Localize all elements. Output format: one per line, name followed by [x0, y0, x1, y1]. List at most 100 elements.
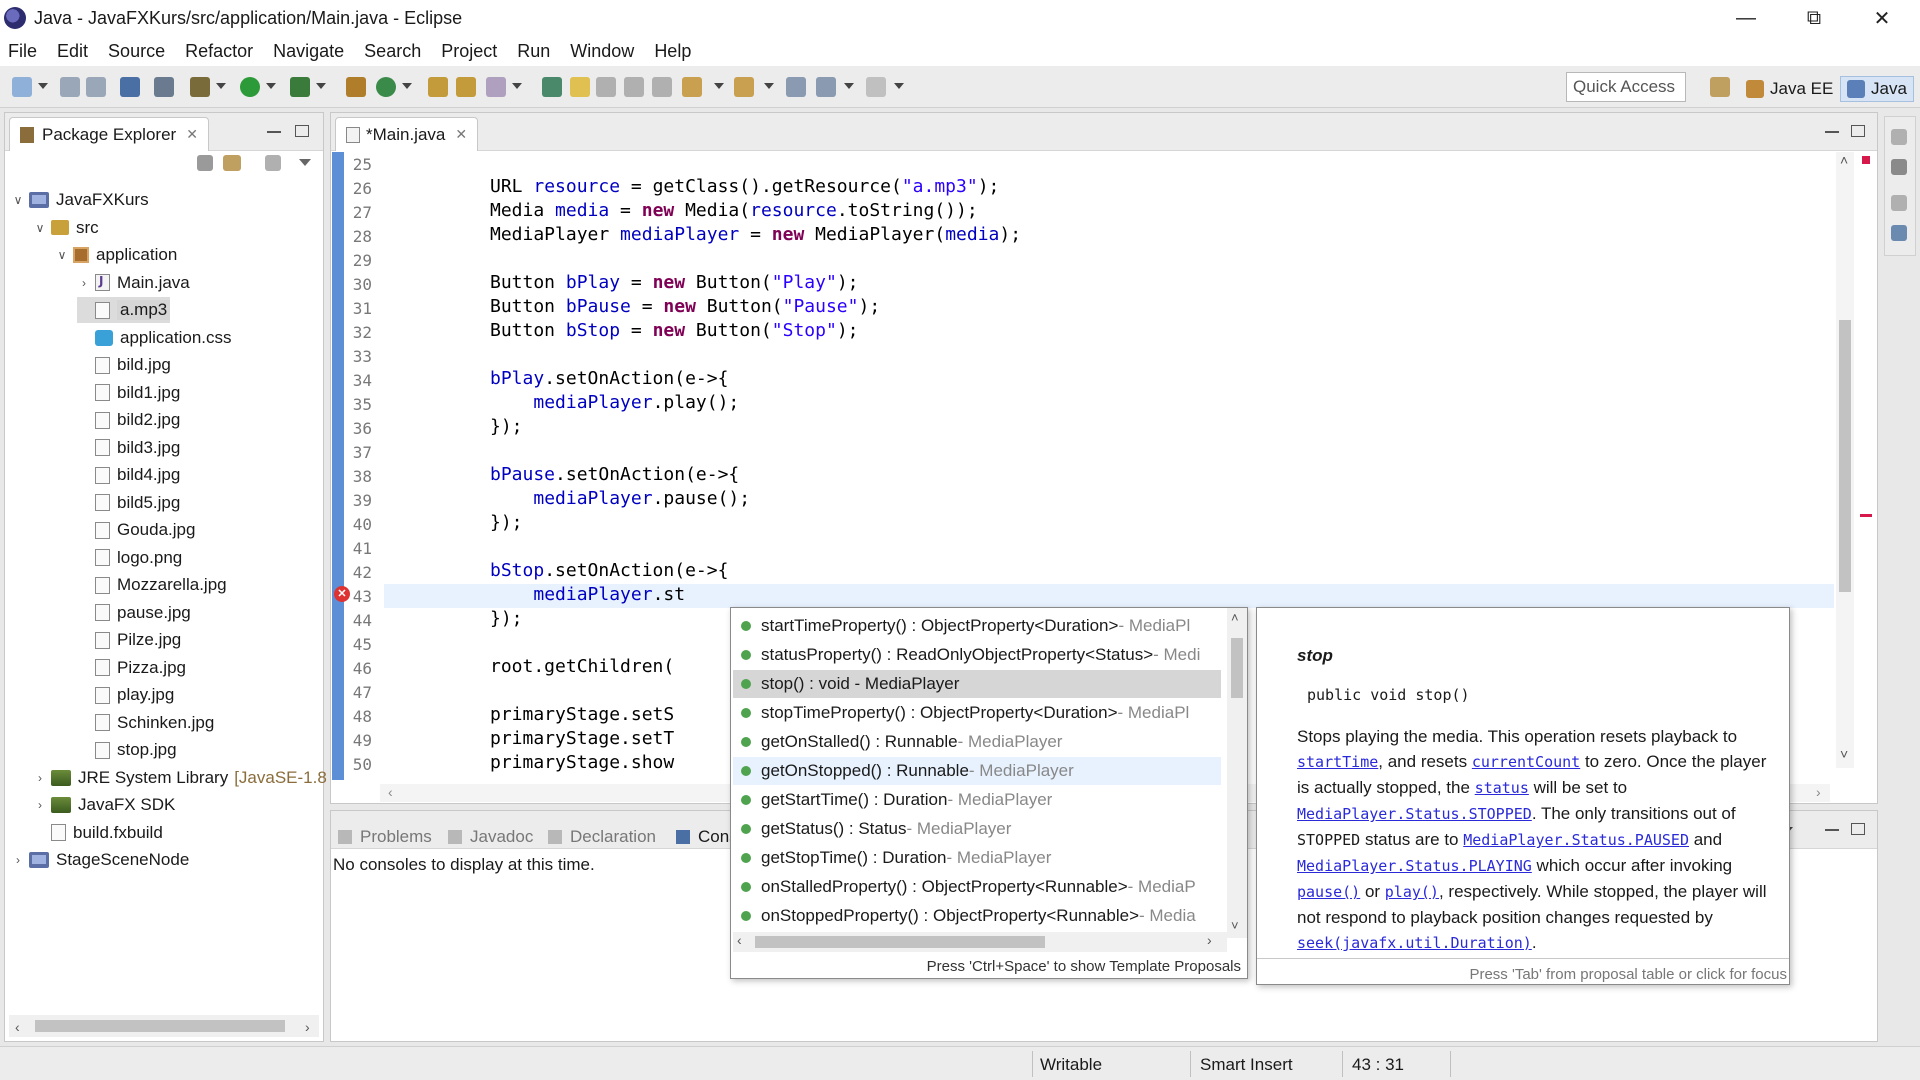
tree-item-application-css[interactable]: application.css	[77, 325, 232, 351]
proposal-item[interactable]: getStartTime() : Duration - MediaPlayer	[741, 786, 1052, 814]
code-line[interactable]: Button bStop = new Button("Stop");	[490, 320, 859, 341]
view-menu-icon[interactable]	[299, 159, 311, 166]
close-editor-tab-icon[interactable]: ✕	[455, 126, 467, 143]
proposal-scroll-down-icon[interactable]: ˅	[1231, 918, 1239, 933]
tree-item-stagescenenode[interactable]: › StageSceneNode	[11, 847, 189, 873]
code-line[interactable]: primaryStage.setS	[490, 704, 674, 725]
task-list-icon[interactable]	[1891, 225, 1907, 241]
tree-item-bild3-jpg[interactable]: bild3.jpg	[77, 435, 180, 461]
external-tools-dropdown-icon[interactable]	[316, 83, 326, 89]
code-line[interactable]: primaryStage.setT	[490, 728, 674, 749]
scroll-up-icon[interactable]: ˄	[1840, 152, 1848, 168]
code-line[interactable]: primaryStage.show	[490, 752, 674, 773]
search-dropdown-icon[interactable]	[512, 83, 522, 89]
previous-annotation-dropdown-icon[interactable]	[764, 83, 774, 89]
proposal-item[interactable]: statusProperty() : ReadOnlyObjectPropert…	[741, 641, 1200, 669]
next-annotation-icon[interactable]	[682, 77, 702, 97]
menu-file[interactable]: File	[8, 41, 37, 62]
new-java-package-icon[interactable]	[346, 77, 366, 97]
code-line[interactable]: MediaPlayer mediaPlayer = new MediaPlaye…	[490, 224, 1021, 245]
tree-item-build-fxbuild[interactable]: build.fxbuild	[33, 820, 163, 846]
javadoc-link[interactable]: MediaPlayer.Status.PLAYING	[1297, 857, 1532, 875]
proposal-item[interactable]: stopTimeProperty() : ObjectProperty<Dura…	[741, 699, 1189, 727]
proposal-item[interactable]: onStoppedProperty() : ObjectProperty<Run…	[741, 902, 1196, 930]
editor-scroll-right-icon[interactable]: ›	[1816, 784, 1821, 800]
tree-item-schinken-jpg[interactable]: Schinken.jpg	[77, 710, 214, 736]
perspective-java[interactable]: Java	[1840, 76, 1914, 102]
new-java-class-icon[interactable]	[376, 77, 396, 97]
menu-help[interactable]: Help	[654, 41, 691, 62]
outline-view-icon[interactable]	[1891, 159, 1907, 175]
code-line[interactable]: mediaPlayer.pause();	[490, 488, 750, 509]
scroll-right-icon[interactable]: ›	[305, 1019, 310, 1035]
tree-item-main-java[interactable]: › Main.java	[77, 270, 190, 296]
tree-item-play-jpg[interactable]: play.jpg	[77, 682, 174, 708]
javadoc-link[interactable]: MediaPlayer.Status.STOPPED	[1297, 805, 1532, 823]
javadoc-link[interactable]: currentCount	[1472, 753, 1580, 771]
javadoc-link[interactable]: pause()	[1297, 883, 1360, 901]
save-all-icon[interactable]	[86, 77, 106, 97]
back-icon[interactable]	[816, 77, 836, 97]
tab-problems[interactable]: Problems	[338, 824, 432, 850]
minimize-editor-icon[interactable]	[1825, 131, 1839, 133]
print-icon[interactable]	[120, 77, 140, 97]
tree-item-stop-jpg[interactable]: stop.jpg	[77, 737, 177, 763]
open-perspective-icon[interactable]	[1710, 77, 1730, 97]
new-icon[interactable]	[12, 77, 32, 97]
new-dropdown-icon[interactable]	[38, 83, 48, 89]
tree-item-mozzarella-jpg[interactable]: Mozzarella.jpg	[77, 572, 227, 598]
menu-edit[interactable]: Edit	[57, 41, 88, 62]
quick-access-input[interactable]: Quick Access	[1566, 72, 1686, 102]
menu-project[interactable]: Project	[441, 41, 497, 62]
code-line[interactable]: });	[490, 416, 523, 437]
menu-run[interactable]: Run	[517, 41, 550, 62]
code-line[interactable]: Media media = new Media(resource.toStrin…	[490, 200, 978, 221]
scroll-left-icon[interactable]: ‹	[15, 1019, 20, 1035]
perspective-java-ee[interactable]: Java EE	[1746, 76, 1833, 102]
search-icon[interactable]	[486, 77, 506, 97]
expand-toggle-icon[interactable]: ›	[33, 798, 47, 812]
run-dropdown-icon[interactable]	[266, 83, 276, 89]
debug-icon[interactable]	[190, 77, 210, 97]
code-line[interactable]: mediaPlayer.st	[490, 584, 685, 605]
tree-item-bild2-jpg[interactable]: bild2.jpg	[77, 407, 180, 433]
mark-occurrences-icon[interactable]	[570, 77, 590, 97]
tree-item-pizza-jpg[interactable]: Pizza.jpg	[77, 655, 186, 681]
show-whitespace-icon[interactable]	[652, 77, 672, 97]
expand-toggle-icon[interactable]: ›	[11, 853, 25, 867]
javadoc-link[interactable]: startTime	[1297, 753, 1378, 771]
tree-item-bild4-jpg[interactable]: bild4.jpg	[77, 462, 180, 488]
expand-toggle-icon[interactable]: ›	[33, 771, 47, 785]
last-edit-icon[interactable]	[786, 77, 806, 97]
proposal-item[interactable]: stop() : void - MediaPlayer	[733, 670, 1221, 698]
tree-item-bild5-jpg[interactable]: bild5.jpg	[77, 490, 180, 516]
previous-annotation-icon[interactable]	[734, 77, 754, 97]
run-icon[interactable]	[240, 77, 260, 97]
link-with-editor-icon[interactable]	[223, 155, 241, 171]
proposal-hscroll-thumb[interactable]	[755, 936, 1045, 948]
menu-refactor[interactable]: Refactor	[185, 41, 253, 62]
block-selection-icon[interactable]	[624, 77, 644, 97]
collapse-all-icon[interactable]	[197, 155, 213, 171]
tab-main-java[interactable]: *Main.java ✕	[335, 117, 479, 151]
tree-item-bild-jpg[interactable]: bild.jpg	[77, 352, 171, 378]
back-dropdown-icon[interactable]	[844, 83, 854, 89]
proposal-vertical-scrollbar[interactable]: ˄ ˅	[1227, 608, 1247, 938]
error-overview-marker[interactable]	[1862, 156, 1870, 164]
toggle-annotation-icon[interactable]	[542, 77, 562, 97]
tree-item-pause-jpg[interactable]: pause.jpg	[77, 600, 191, 626]
minimize-console-icon[interactable]	[1825, 829, 1839, 831]
proposal-horizontal-scrollbar[interactable]: ‹ ›	[733, 932, 1227, 952]
proposal-item[interactable]: getStatus() : Status - MediaPlayer	[741, 815, 1011, 843]
tree-item-src[interactable]: ∨ src	[33, 215, 99, 241]
code-line[interactable]: Button bPause = new Button("Pause");	[490, 296, 880, 317]
forward-icon[interactable]	[866, 77, 886, 97]
tab-declaration[interactable]: Declaration	[548, 824, 656, 850]
javadoc-link[interactable]: MediaPlayer.Status.PAUSED	[1463, 831, 1689, 849]
tab-package-explorer[interactable]: Package Explorer ✕	[9, 117, 209, 151]
expand-toggle-icon[interactable]: ∨	[55, 248, 69, 262]
code-line[interactable]: bStop.setOnAction(e->{	[490, 560, 728, 581]
next-annotation-dropdown-icon[interactable]	[714, 83, 724, 89]
skip-breakpoints-icon[interactable]	[154, 77, 174, 97]
menu-window[interactable]: Window	[570, 41, 634, 62]
